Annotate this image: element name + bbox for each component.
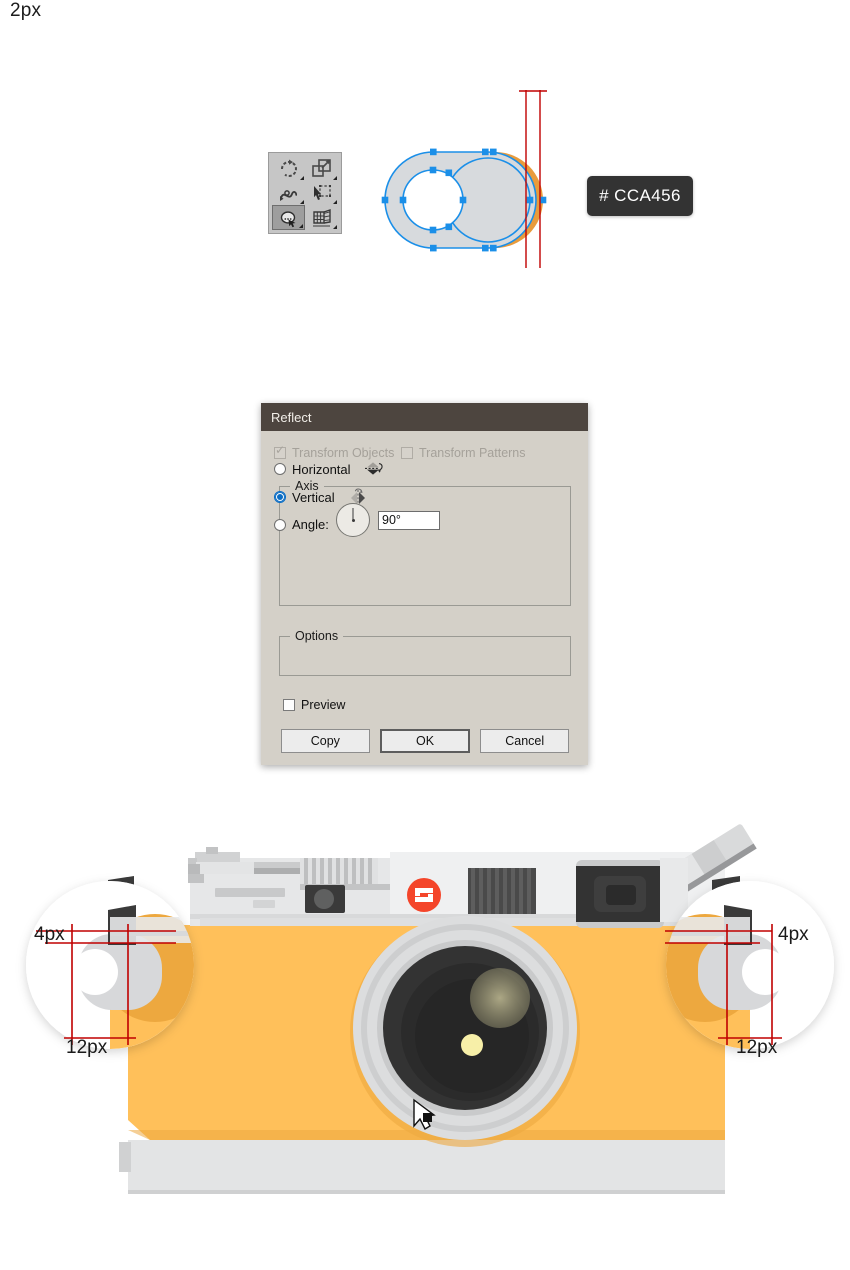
logo-badge bbox=[407, 878, 441, 912]
dimension-guide-2px bbox=[519, 90, 547, 268]
shape-builder-tool-button[interactable] bbox=[272, 205, 305, 230]
illustrator-tool-palette[interactable] bbox=[268, 152, 342, 234]
perspective-grid-icon bbox=[312, 208, 331, 227]
checkbox-preview-label: Preview bbox=[301, 698, 346, 712]
camera-strap-lug-left bbox=[119, 1142, 131, 1172]
angle-dial-icon[interactable] bbox=[336, 503, 370, 537]
checkbox-transform-objects: Transform Objects bbox=[274, 444, 395, 460]
rotate-tool-button[interactable] bbox=[272, 156, 305, 181]
radio-angle-label: Angle: bbox=[292, 517, 329, 532]
camera-bottom-plate bbox=[128, 1140, 725, 1190]
reflect-horizontal-icon bbox=[364, 462, 383, 475]
perspective-grid-tool-button[interactable] bbox=[305, 205, 338, 230]
tool-flyout-arrow-icon bbox=[333, 175, 337, 180]
radio-vertical-label: Vertical bbox=[292, 489, 335, 505]
reshape-tool-button[interactable] bbox=[272, 181, 305, 206]
camera-rangefinder-lens bbox=[314, 889, 334, 909]
rotate-icon bbox=[280, 159, 297, 178]
checkbox-transform-objects-label: Transform Objects bbox=[292, 446, 395, 460]
ok-button[interactable]: OK bbox=[379, 729, 471, 753]
copy-button[interactable]: Copy bbox=[281, 729, 370, 753]
lens-flare-small bbox=[461, 1034, 483, 1056]
dialog-titlebar: Reflect bbox=[261, 403, 588, 431]
checkbox-transform-patterns-control bbox=[401, 447, 413, 459]
camera-lever-base bbox=[660, 858, 688, 922]
scale-icon bbox=[311, 159, 331, 178]
camera-body bbox=[108, 824, 757, 1194]
mag-left-lug-hole bbox=[72, 949, 118, 995]
checkbox-preview[interactable]: Preview bbox=[283, 698, 345, 712]
dimension-label-2px: 2px bbox=[10, 0, 42, 21]
magnifier-right-vertical-label: 4px bbox=[778, 924, 809, 945]
inner-hole-shape bbox=[402, 169, 464, 231]
tool-flyout-arrow-icon bbox=[300, 200, 304, 205]
checkbox-transform-patterns: Transform Patterns bbox=[401, 446, 526, 460]
hex-color-swatch-label: # CCA456 bbox=[587, 176, 693, 216]
cancel-button[interactable]: Cancel bbox=[480, 729, 570, 753]
radio-vertical-control[interactable] bbox=[274, 491, 286, 503]
dialog-body: Axis Horizontal Vertical Angle: 90° Opti… bbox=[261, 431, 588, 765]
tool-flyout-arrow-icon bbox=[333, 200, 337, 205]
checkbox-preview-control[interactable] bbox=[283, 699, 295, 711]
dialog-button-row: Copy OK Cancel bbox=[281, 729, 570, 753]
angle-input[interactable]: 90° bbox=[378, 511, 440, 530]
free-transform-tool-button[interactable] bbox=[305, 181, 338, 206]
radio-horizontal-control[interactable] bbox=[274, 463, 286, 475]
magnifier-right-horizontal-label: 12px bbox=[736, 1037, 778, 1058]
camera-illustration: 4px 12px 4px 12px bbox=[26, 824, 834, 1194]
checkbox-transform-objects-control bbox=[274, 444, 286, 459]
camera-lens bbox=[350, 916, 580, 1147]
radio-angle[interactable]: Angle: bbox=[274, 517, 329, 532]
lens-flare-large bbox=[470, 968, 530, 1028]
camera-top-marking-1 bbox=[215, 888, 285, 897]
tool-flyout-arrow-icon bbox=[300, 175, 304, 180]
scale-tool-button[interactable] bbox=[305, 156, 338, 181]
camera-viewfinder bbox=[576, 860, 664, 928]
screenshot-canvas: 2px # CCA456 Reflect Axis Horizontal Ver… bbox=[0, 0, 850, 1270]
shape-builder-icon bbox=[280, 211, 295, 227]
radio-horizontal-label: Horizontal bbox=[292, 461, 351, 477]
dialog-title: Reflect bbox=[271, 409, 312, 425]
free-transform-icon bbox=[313, 184, 331, 200]
checkbox-transform-patterns-label: Transform Patterns bbox=[419, 446, 526, 460]
reshape-icon bbox=[279, 190, 297, 201]
reflect-dialog[interactable]: Reflect Axis Horizontal Vertical Angle: … bbox=[261, 403, 588, 765]
camera-top-marking-2 bbox=[253, 900, 275, 908]
magnifier-left-horizontal-label: 12px bbox=[66, 1037, 108, 1058]
tool-flyout-arrow-icon bbox=[333, 224, 337, 229]
radio-angle-control[interactable] bbox=[274, 518, 286, 531]
mag-right-lug-hole bbox=[742, 949, 788, 995]
tool-flyout-arrow-icon bbox=[299, 223, 303, 228]
magnifier-left-vertical-label: 4px bbox=[34, 924, 65, 945]
options-group: Options bbox=[279, 629, 571, 676]
radio-horizontal[interactable]: Horizontal bbox=[274, 460, 385, 478]
options-group-legend: Options bbox=[295, 629, 339, 643]
angle-dial-hub bbox=[351, 518, 355, 522]
camera-front-grille bbox=[468, 868, 536, 914]
